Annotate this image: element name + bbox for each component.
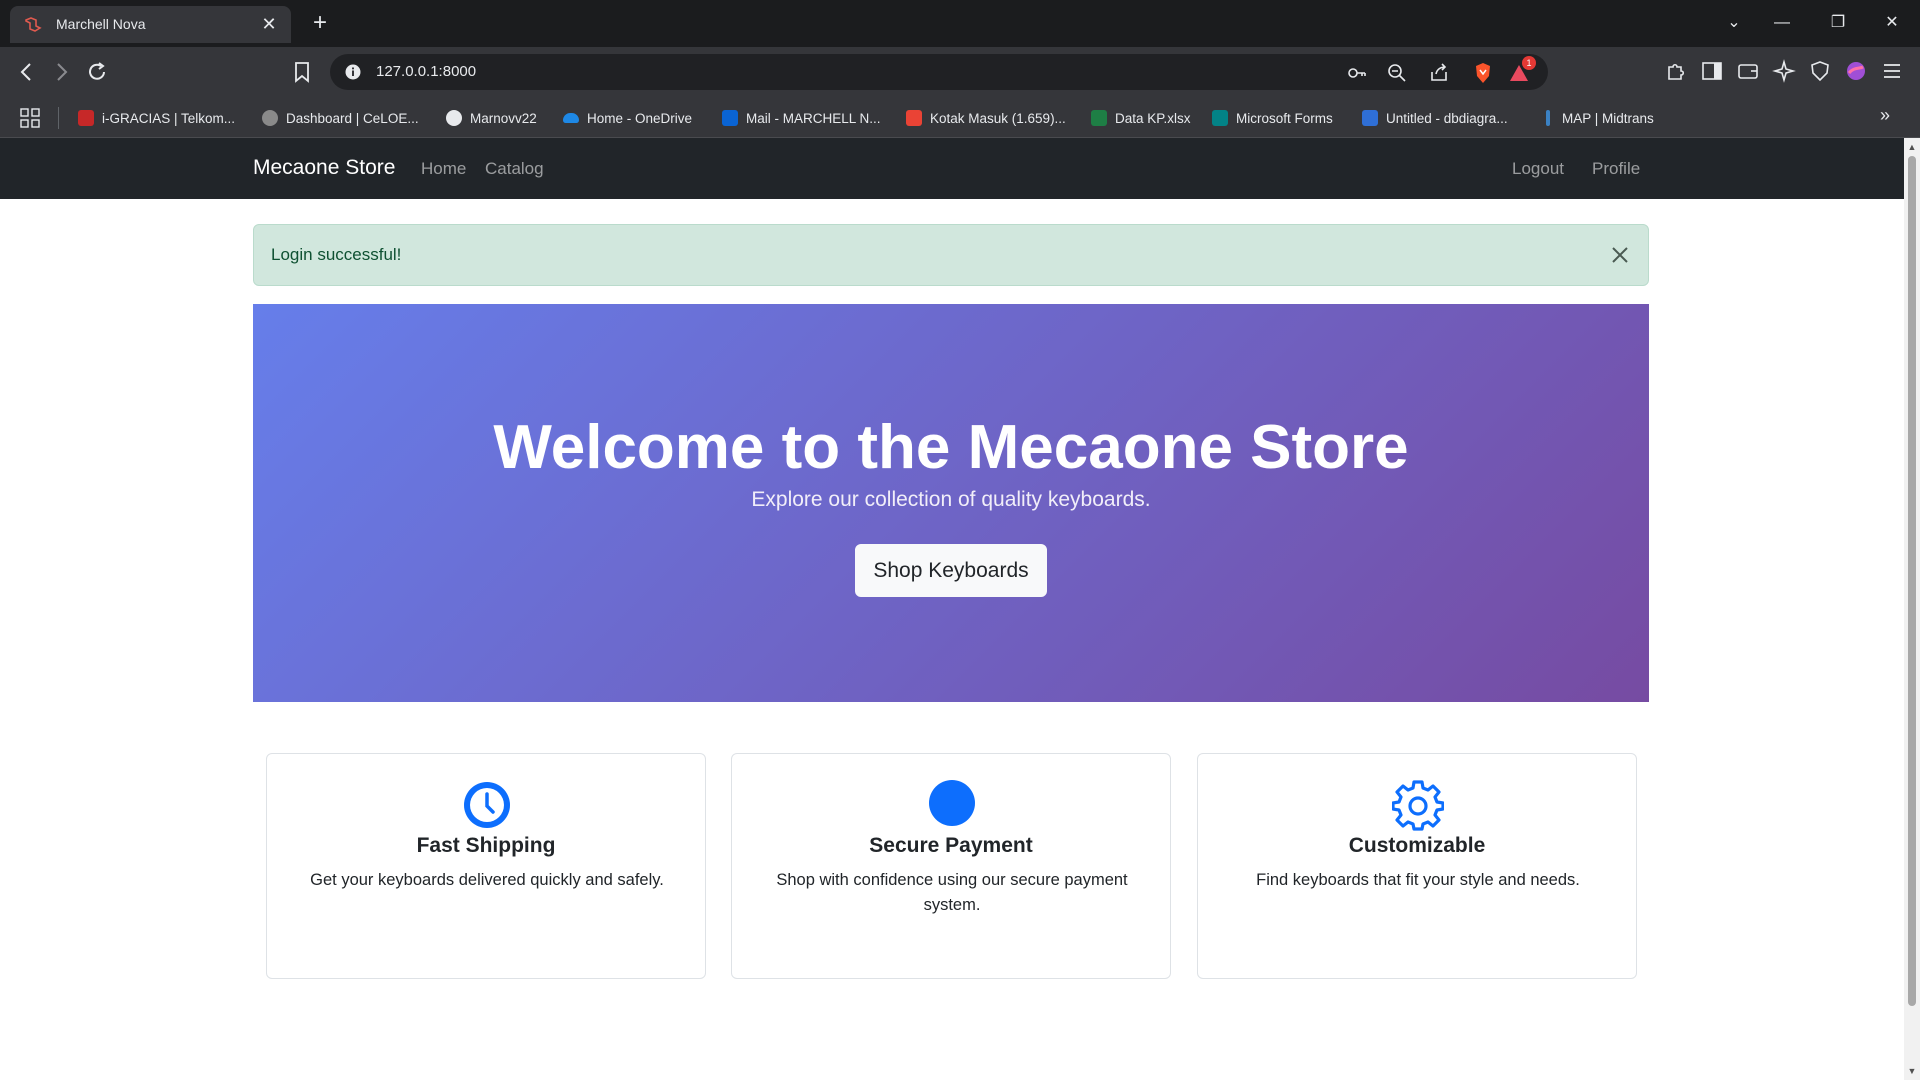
leo-ai-icon[interactable] [1772,59,1796,83]
site-brand[interactable]: Mecaone Store [253,156,395,180]
bookmarks-divider [58,107,59,129]
bookmark-celoe[interactable]: Dashboard | CeLOE... [262,107,419,129]
scroll-down-icon[interactable]: ▼ [1907,1066,1917,1076]
login-success-alert: Login successful! [253,224,1649,286]
bookmark-midtrans[interactable]: MAP | Midtrans [1546,107,1654,129]
page-viewport: Mecaone Store Home Catalog Logout Profil… [0,138,1904,1080]
bookmark-label: MAP | Midtrans [1562,110,1654,126]
share-icon[interactable] [1428,62,1450,84]
bookmark-label: Kotak Masuk (1.659)... [930,110,1066,126]
bookmarks-bar: i-GRACIAS | Telkom... Dashboard | CeLOE.… [0,97,1920,138]
feature-text: Get your keyboards delivered quickly and… [310,871,664,889]
address-bar[interactable]: 127.0.0.1:8000 1 [330,54,1548,90]
gear-icon [1392,780,1444,831]
feature-title: Fast Shipping [416,834,556,857]
nav-profile-link[interactable]: Profile [1592,159,1640,179]
browser-toolbar: 127.0.0.1:8000 1 [0,47,1920,97]
tab-search-icon[interactable]: ⌄ [1714,8,1754,38]
laravel-icon [25,17,42,32]
tab-title: Marchell Nova [56,16,146,32]
bookmark-onedrive[interactable]: Home - OneDrive [563,107,692,129]
tab-close-icon[interactable]: ✕ [257,12,281,36]
tab-strip: Marchell Nova ✕ + ⌄ — ❐ ✕ [0,0,1920,47]
scrollbar-thumb[interactable] [1908,156,1916,1006]
github-icon [446,110,462,126]
profile-avatar-icon[interactable] [1844,59,1868,83]
vpn-icon[interactable] [1808,59,1832,83]
igracias-icon [78,110,94,126]
bookmark-label: Untitled - dbdiagra... [1386,110,1508,126]
bookmark-outlook[interactable]: Mail - MARCHELL N... [722,107,881,129]
bookmark-label: Data KP.xlsx [1115,110,1191,126]
bookmark-github[interactable]: Marnovv22 [446,107,537,129]
hero-subtitle: Explore our collection of quality keyboa… [751,488,1151,511]
scroll-up-icon[interactable]: ▲ [1907,142,1917,152]
url-text[interactable]: 127.0.0.1:8000 [376,63,476,80]
more-bookmarks-icon[interactable]: » [1880,105,1890,126]
bookmark-igracias[interactable]: i-GRACIAS | Telkom... [78,107,235,129]
bookmark-label: Marnovv22 [470,110,537,126]
excel-icon [1091,110,1107,126]
feature-text: Find keyboards that fit your style and n… [1256,871,1580,889]
clock-icon [464,782,510,828]
page-scrollbar[interactable]: ▲ ▼ [1904,138,1920,1080]
back-icon[interactable] [12,57,42,87]
feature-card-shipping: Fast Shipping Get your keyboards deliver… [266,753,706,979]
outlook-icon [722,110,738,126]
new-tab-button[interactable]: + [306,10,334,38]
gmail-icon [906,110,922,126]
forward-icon[interactable] [46,57,76,87]
circle-icon [929,780,975,826]
extensions-icon[interactable] [1664,59,1688,83]
bookmark-forms[interactable]: Microsoft Forms [1212,107,1333,129]
hero-banner: Welcome to the Mecaone Store Explore our… [253,304,1649,702]
sidebar-icon[interactable] [1700,59,1724,83]
browser-chrome: Marchell Nova ✕ + ⌄ — ❐ ✕ 127.0.0.1:8000… [0,0,1920,138]
nav-home-link[interactable]: Home [421,159,466,179]
bookmark-label: Mail - MARCHELL N... [746,110,881,126]
wallet-icon[interactable] [1736,59,1760,83]
feature-title: Customizable [1348,834,1486,857]
celoe-icon [262,110,278,126]
bookmark-gmail[interactable]: Kotak Masuk (1.659)... [906,107,1066,129]
onedrive-icon [563,113,579,123]
feature-card-customizable: Customizable Find keyboards that fit you… [1197,753,1637,979]
zoom-icon[interactable] [1386,62,1408,84]
minimize-button[interactable]: — [1762,8,1802,38]
bookmark-label: Home - OneDrive [587,110,693,126]
feature-text: Shop with confidence using our secure pa… [776,871,1128,914]
midtrans-icon [1546,110,1550,126]
forms-icon [1212,110,1228,126]
restore-button[interactable]: ❐ [1818,8,1858,38]
nav-catalog-link[interactable]: Catalog [485,159,544,179]
reload-icon[interactable] [82,57,112,87]
bookmark-dbdiagram[interactable]: Untitled - dbdiagra... [1362,107,1508,129]
nav-logout-link[interactable]: Logout [1512,159,1564,179]
alert-message: Login successful! [271,245,402,264]
dbdiagram-icon [1362,110,1378,126]
menu-icon[interactable] [1880,59,1904,83]
feature-card-payment: Secure Payment Shop with confidence usin… [731,753,1171,979]
feature-title: Secure Payment [869,834,1033,857]
bookmark-icon[interactable] [287,57,317,87]
bookmark-label: i-GRACIAS | Telkom... [102,110,236,126]
browser-tab[interactable]: Marchell Nova ✕ [10,6,291,43]
close-icon[interactable] [1608,243,1632,267]
key-icon[interactable] [1346,62,1368,84]
hero-title: Welcome to the Mecaone Store [493,413,1409,482]
apps-grid-icon[interactable] [20,108,40,128]
site-info-icon[interactable] [344,63,362,81]
bookmark-data-kp[interactable]: Data KP.xlsx [1091,107,1191,129]
site-navbar: Mecaone Store Home Catalog Logout Profil… [0,138,1904,199]
shop-keyboards-button[interactable]: Shop Keyboards [855,544,1047,597]
rewards-badge: 1 [1522,56,1536,70]
close-window-button[interactable]: ✕ [1872,8,1912,38]
bookmark-label: Microsoft Forms [1236,110,1333,126]
brave-shields-icon[interactable] [1472,62,1494,84]
bookmark-label: Dashboard | CeLOE... [286,110,419,126]
